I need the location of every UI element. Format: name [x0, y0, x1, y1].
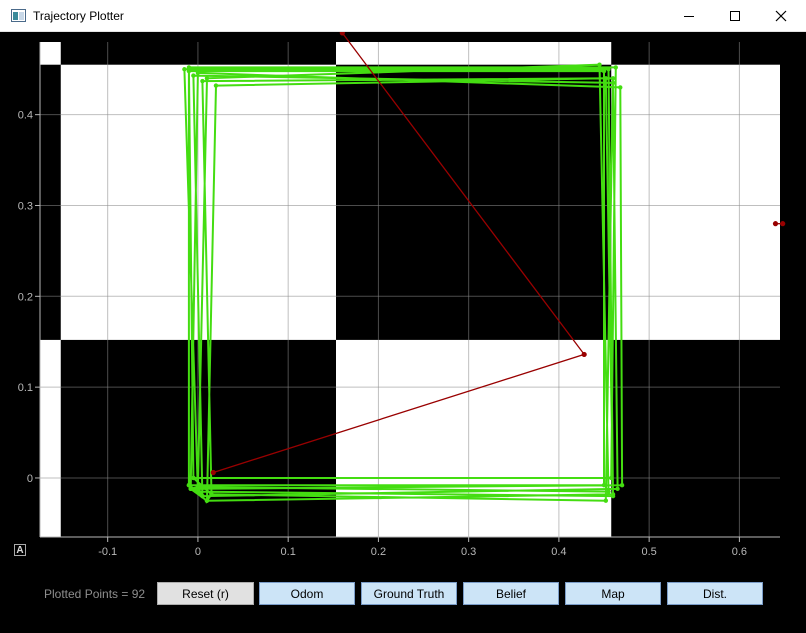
minimize-button[interactable] [666, 0, 712, 32]
close-button[interactable] [758, 0, 804, 32]
map-toggle-button[interactable]: Map [565, 582, 661, 605]
series-point-0 [200, 78, 205, 84]
window-body: -0.1 0 0.1 0.2 0.3 0.4 0.5 0.6 0 0.1 0.2 0.3 0.4 A P… [4, 32, 802, 633]
series-point-0 [606, 67, 611, 72]
series-point-0 [195, 70, 201, 76]
series-point-0 [613, 65, 618, 70]
app-icon [11, 9, 26, 22]
series-point-0 [610, 76, 616, 81]
series-point-1 [581, 351, 587, 358]
series-point-0 [597, 62, 602, 67]
series-point-2 [772, 221, 779, 227]
map-layer [40, 42, 780, 537]
series-point-0 [601, 483, 607, 488]
minimize-icon [684, 16, 694, 17]
reset-button[interactable]: Reset (r) [157, 582, 254, 605]
ground-truth-toggle-button[interactable]: Ground Truth [361, 582, 457, 605]
autorange-button[interactable]: A [14, 544, 26, 556]
series-point-0 [213, 83, 219, 88]
series-point-0 [603, 76, 609, 81]
dist-toggle-button[interactable]: Dist. [667, 582, 763, 605]
series-point-0 [200, 493, 205, 499]
window-title: Trajectory Plotter [33, 9, 124, 23]
maximize-button[interactable] [712, 0, 758, 32]
y-tick-label: 0.3 [18, 200, 33, 212]
x-tick-label: 0 [195, 546, 201, 558]
series-point-0 [182, 67, 187, 72]
series-point-0 [186, 65, 192, 70]
map-cell-1 [336, 42, 612, 65]
y-tick-label: 0.2 [18, 291, 33, 303]
y-tick-label: 0.4 [18, 110, 33, 122]
series-point-0 [204, 498, 210, 503]
series-point-0 [195, 484, 201, 490]
series-point-0 [603, 498, 609, 503]
maximize-icon [730, 11, 740, 21]
series-point-0 [619, 483, 625, 488]
map-cell-3 [611, 64, 780, 340]
series-point-0 [191, 73, 196, 78]
series-point-0 [610, 80, 616, 86]
plotted-points-label: Plotted Points = 92 [44, 587, 146, 601]
series-point-2 [780, 221, 786, 227]
series-point-0 [188, 486, 193, 492]
y-tick-label: 0 [27, 473, 33, 485]
series-point-0 [601, 68, 607, 74]
x-tick-label: 0.4 [551, 546, 566, 558]
series-point-0 [615, 486, 620, 492]
series-point-0 [191, 475, 196, 481]
belief-toggle-button[interactable]: Belief [463, 582, 559, 605]
x-tick-label: -0.1 [98, 546, 117, 558]
x-tick-label: 0.6 [732, 546, 747, 558]
x-tick-label: 0.2 [371, 546, 386, 558]
series-point-0 [204, 76, 210, 81]
map-cell-0 [40, 42, 61, 65]
map-cell-4 [40, 339, 61, 537]
x-tick-label: 0.3 [461, 546, 476, 558]
series-point-0 [609, 475, 614, 481]
trajectory-plot[interactable]: -0.1 0 0.1 0.2 0.3 0.4 0.5 0.6 0 0.1 0.2 0.3 0.4 [4, 32, 802, 572]
series-point-0 [610, 492, 616, 497]
y-tick-label: 0.1 [18, 382, 33, 394]
x-tick-label: 0.1 [281, 546, 296, 558]
series-point-0 [606, 489, 611, 494]
odom-toggle-button[interactable]: Odom [259, 582, 355, 605]
map-cell-5 [336, 339, 612, 537]
x-tick-label: 0.5 [641, 546, 656, 558]
series-point-0 [195, 489, 201, 494]
title-bar[interactable]: Trajectory Plotter [0, 0, 806, 32]
close-icon [775, 10, 787, 22]
series-point-1 [210, 469, 216, 476]
series-point-0 [618, 85, 623, 90]
series-point-0 [209, 492, 214, 497]
